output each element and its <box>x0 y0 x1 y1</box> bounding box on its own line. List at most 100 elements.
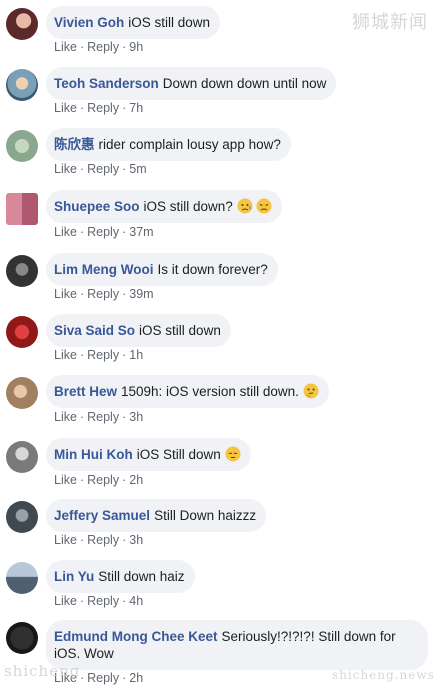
comment-bubble: Edmund Mong Chee Keet Seriously!?!?!?! St… <box>46 620 428 670</box>
like-link[interactable]: Like <box>54 533 77 547</box>
comment-text: Still down haiz <box>98 569 185 584</box>
reply-link[interactable]: Reply <box>87 533 119 547</box>
avatar[interactable] <box>6 69 38 101</box>
commenter-name[interactable]: Lim Meng Wooi <box>54 262 154 277</box>
comment-bubble: 陈欣惠 rider complain lousy app how? <box>46 128 291 161</box>
comment-bubble: Teoh Sanderson Down down down until now <box>46 67 337 100</box>
reply-link[interactable]: Reply <box>87 473 119 487</box>
comment-bubble: Siva Said So iOS still down <box>46 314 231 347</box>
commenter-name[interactable]: Brett Hew <box>54 384 117 399</box>
pensive-face-emoji <box>225 446 241 462</box>
commenter-name[interactable]: Edmund Mong Chee Keet <box>54 629 218 644</box>
comment-text: iOS still down? <box>143 199 233 214</box>
like-link[interactable]: Like <box>54 348 77 362</box>
watermark-bottom-left: shicheng <box>4 662 81 680</box>
comment-actions: Like · Reply · 1h <box>54 348 143 362</box>
reply-link[interactable]: Reply <box>87 101 119 115</box>
separator-dot: · <box>122 162 127 176</box>
comment-time[interactable]: 5m <box>129 162 146 176</box>
comment-time[interactable]: 3h <box>129 410 143 424</box>
commenter-name[interactable]: 陈欣惠 <box>54 137 95 152</box>
disappointed-face-emoji <box>256 198 272 214</box>
comment-time[interactable]: 4h <box>129 594 143 608</box>
reply-link[interactable]: Reply <box>87 287 119 301</box>
like-link[interactable]: Like <box>54 225 77 239</box>
comment-actions: Like · Reply · 3h <box>54 533 143 547</box>
separator-dot: · <box>79 348 85 362</box>
separator-dot: · <box>122 473 127 487</box>
like-link[interactable]: Like <box>54 410 77 424</box>
reply-link[interactable]: Reply <box>87 594 119 608</box>
separator-dot: · <box>79 671 85 685</box>
comment-time[interactable]: 3h <box>129 533 143 547</box>
avatar[interactable] <box>6 562 38 594</box>
separator-dot: · <box>122 40 127 54</box>
separator-dot: · <box>79 40 85 54</box>
comment-actions: Like · Reply · 5m <box>54 162 147 176</box>
reply-link[interactable]: Reply <box>87 40 119 54</box>
comment-text: iOS Still down <box>136 447 221 462</box>
commenter-name[interactable]: Min Hui Koh <box>54 447 133 462</box>
comment-time[interactable]: 1h <box>129 348 143 362</box>
comment-time[interactable]: 2h <box>129 671 143 685</box>
comment-bubble: Shuepee Soo iOS still down? <box>46 190 283 223</box>
comment-actions: Like · Reply · 37m <box>54 225 154 239</box>
comment-bubble: Min Hui Koh iOS Still down <box>46 438 251 471</box>
disappointed-relieved-emoji <box>237 198 253 214</box>
comment-bubble: Lim Meng Wooi Is it down forever? <box>46 253 278 286</box>
like-link[interactable]: Like <box>54 101 77 115</box>
separator-dot: · <box>122 225 127 239</box>
comment-text: Still Down haizzz <box>154 508 257 523</box>
comment-time[interactable]: 39m <box>129 287 153 301</box>
like-link[interactable]: Like <box>54 162 77 176</box>
separator-dot: · <box>79 287 85 301</box>
comment-text: rider complain lousy app how? <box>98 137 281 152</box>
watermark-top: 狮城新闻 <box>352 12 428 33</box>
avatar[interactable] <box>6 130 38 162</box>
avatar[interactable] <box>6 501 38 533</box>
comment-bubble: Jeffery Samuel Still Down haizzz <box>46 499 267 532</box>
avatar[interactable] <box>6 622 38 654</box>
comment-bubble: Brett Hew 1509h: iOS version still down. <box>46 375 329 408</box>
commenter-name[interactable]: Jeffery Samuel <box>54 508 150 523</box>
separator-dot: · <box>79 162 85 176</box>
like-link[interactable]: Like <box>54 473 77 487</box>
avatar[interactable] <box>6 255 38 287</box>
commenter-name[interactable]: Vivien Goh <box>54 15 124 30</box>
comment-time[interactable]: 37m <box>129 225 153 239</box>
comment-actions: Like · Reply · 2h <box>54 473 143 487</box>
separator-dot: · <box>79 101 85 115</box>
like-link[interactable]: Like <box>54 287 77 301</box>
comment-text: 1509h: iOS version still down. <box>121 384 299 399</box>
comment-text: iOS still down <box>128 15 211 30</box>
comment-time[interactable]: 2h <box>129 473 143 487</box>
reply-link[interactable]: Reply <box>87 225 119 239</box>
comment-bubble: Lin Yu Still down haiz <box>46 560 195 593</box>
separator-dot: · <box>122 101 127 115</box>
separator-dot: · <box>79 594 85 608</box>
avatar[interactable] <box>6 316 38 348</box>
separator-dot: · <box>122 287 127 301</box>
commenter-name[interactable]: Lin Yu <box>54 569 94 584</box>
commenter-name[interactable]: Shuepee Soo <box>54 199 140 214</box>
reply-link[interactable]: Reply <box>87 162 119 176</box>
commenter-name[interactable]: Teoh Sanderson <box>54 76 159 91</box>
comment-actions: Like · Reply · 7h <box>54 101 143 115</box>
like-link[interactable]: Like <box>54 594 77 608</box>
separator-dot: · <box>79 410 85 424</box>
reply-link[interactable]: Reply <box>87 348 119 362</box>
comment-actions: Like · Reply · 39m <box>54 287 154 301</box>
avatar[interactable] <box>6 8 38 40</box>
separator-dot: · <box>79 225 85 239</box>
commenter-name[interactable]: Siva Said So <box>54 323 135 338</box>
avatar[interactable] <box>6 377 38 409</box>
avatar[interactable] <box>6 441 38 473</box>
reply-link[interactable]: Reply <box>87 410 119 424</box>
comment-time[interactable]: 9h <box>129 40 143 54</box>
reply-link[interactable]: Reply <box>87 671 119 685</box>
comment-time[interactable]: 7h <box>129 101 143 115</box>
separator-dot: · <box>79 473 85 487</box>
like-link[interactable]: Like <box>54 40 77 54</box>
avatar[interactable] <box>6 193 38 225</box>
comment-text: Down down down until now <box>162 76 327 91</box>
